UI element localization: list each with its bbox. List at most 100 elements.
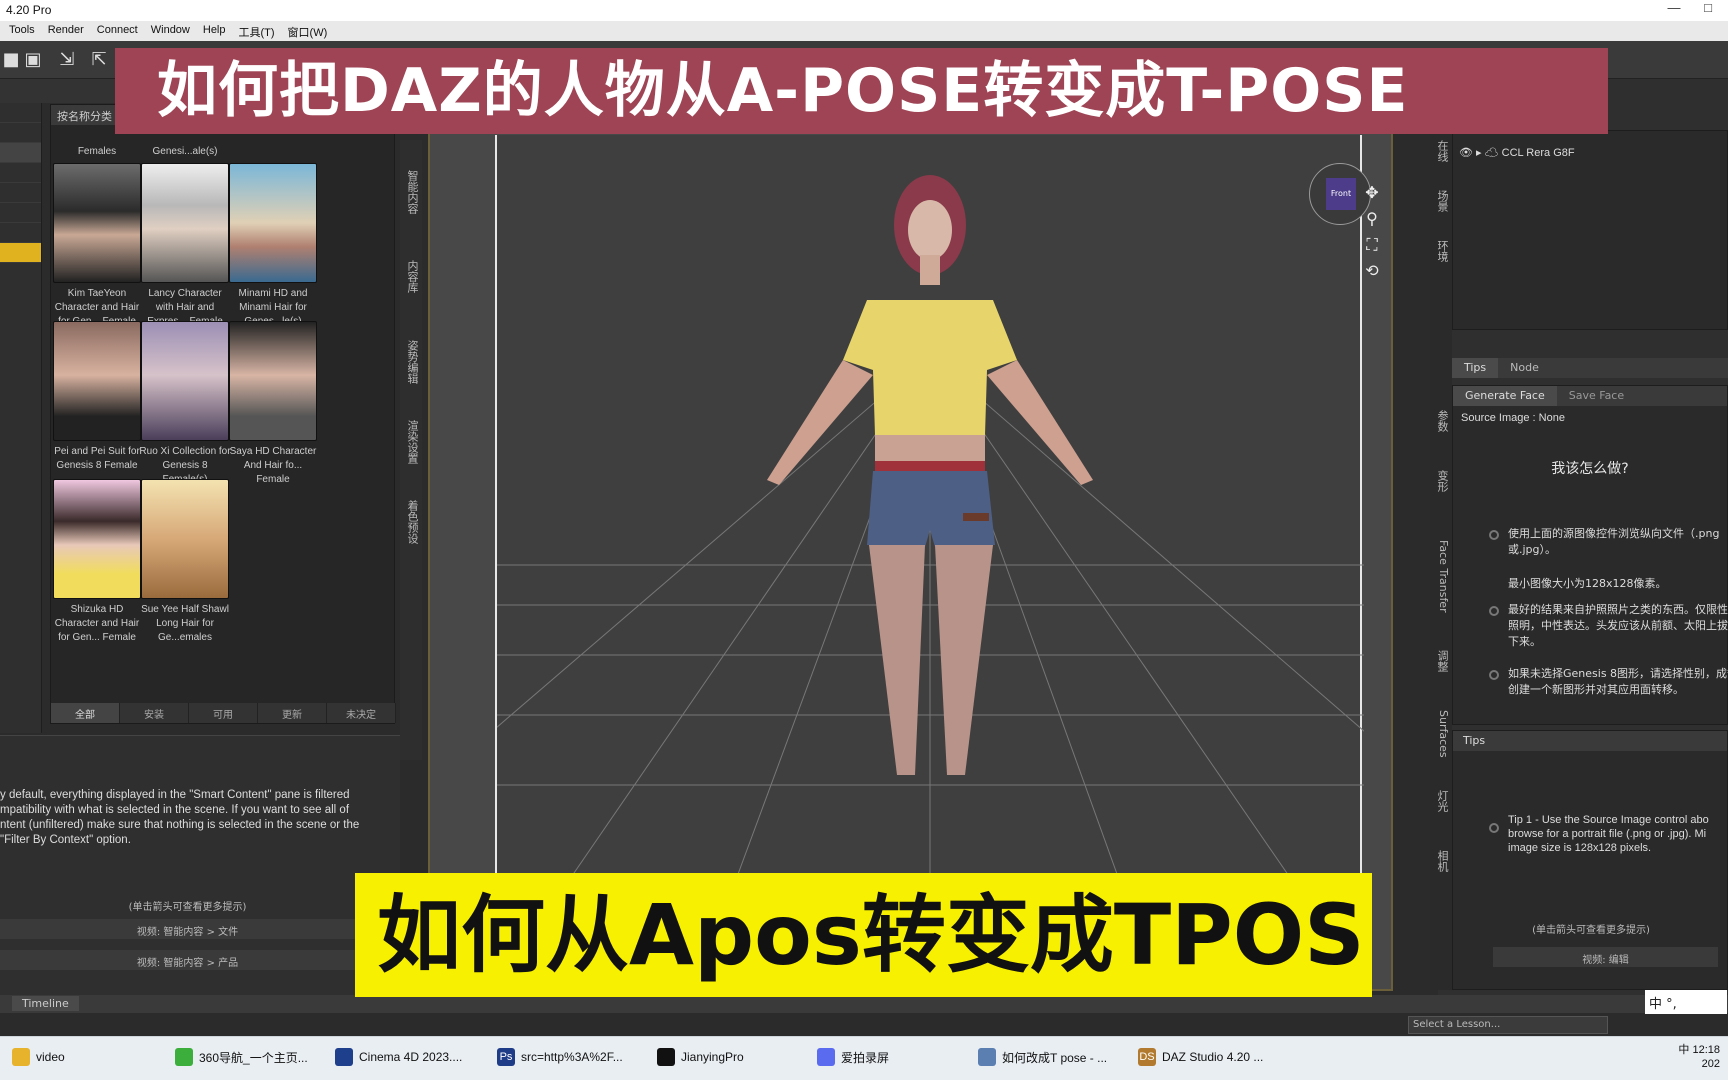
tab-tips-lower[interactable]: Tips <box>1453 731 1727 751</box>
category-label: Females <box>77 146 117 157</box>
tips-hint[interactable]: (单击箭头可查看更多提示) <box>0 894 375 914</box>
vtab-pose-editor[interactable]: 姿势编辑 <box>402 340 420 384</box>
title-bar: 4.20 Pro — □ <box>0 0 1728 21</box>
menu-tools[interactable]: Tools <box>9 24 35 38</box>
tab-node[interactable]: Node <box>1498 358 1551 378</box>
ime-indicator[interactable]: 中 °, <box>1645 990 1727 1014</box>
help-step-4: 如果未选择Genesis 8图形，请选择性别，成*创建一个新图形并对其应用面转移… <box>1508 667 1728 696</box>
task-label: JianyingPro <box>681 1050 744 1064</box>
menu-tools-cn[interactable]: 工具(T) <box>239 24 275 39</box>
product-card[interactable]: Lancy Character with Hair and Expres... … <box>139 163 231 329</box>
right-vertical-tabs: 在线 场景 环境 参数 变形 Face Transfer 调整 Surfaces… <box>1430 130 1452 990</box>
info-panel: y default, everything displayed in the "… <box>0 735 400 1000</box>
menu-render[interactable]: Render <box>48 24 84 38</box>
product-thumbnail <box>229 321 317 441</box>
task-label: src=http%3A%2F... <box>521 1050 623 1064</box>
photoshop-icon: Ps <box>497 1048 515 1066</box>
product-thumbnail <box>53 479 141 599</box>
frame-icon[interactable]: ⛶ <box>1361 235 1383 257</box>
product-card[interactable]: Saya HD Character And Hair fo... Female <box>227 321 319 487</box>
vtab-cameras[interactable]: 相机 <box>1432 850 1450 872</box>
eye-icon[interactable]: 👁 ▸ ☁ <box>1459 147 1499 159</box>
task-jianying[interactable]: JianyingPro <box>657 1048 744 1066</box>
vtab-surfaces[interactable]: Surfaces <box>1432 710 1450 758</box>
menu-window-cn[interactable]: 窗口(W) <box>288 24 328 39</box>
product-card[interactable]: Shizuka HD Character and Hair for Gen...… <box>51 479 143 645</box>
product-card[interactable]: Minami HD and Minami Hair for Genes...le… <box>227 163 319 329</box>
reset-icon[interactable]: ⟲ <box>1361 261 1383 283</box>
tab-generate-face[interactable]: Generate Face <box>1453 386 1557 406</box>
tips-hint-lower[interactable]: (单击箭头可查看更多提示) <box>1453 921 1728 936</box>
info-text: y default, everything displayed in the "… <box>0 789 360 846</box>
video-link-edit[interactable]: 视频: 编辑 <box>1493 947 1718 967</box>
move-icon[interactable]: ✥ <box>1361 183 1383 205</box>
product-card[interactable]: Kim TaeYeon Character and Hair for Gen..… <box>51 163 143 329</box>
timeline-bar: Timeline <box>0 995 1728 1013</box>
menu-connect[interactable]: Connect <box>97 24 138 38</box>
app-title: 4.20 Pro <box>6 3 52 17</box>
task-notes[interactable]: 如何改成T pose - ... <box>978 1048 1107 1066</box>
product-title: Saya HD Character And Hair fo... Female <box>229 446 317 485</box>
category-label: Genesi...ale(s) <box>152 146 218 157</box>
task-label: 如何改成T pose - ... <box>1002 1050 1108 1065</box>
vtab-render-settings[interactable]: 渲染设置 <box>402 420 420 464</box>
bullet-icon <box>1489 823 1499 833</box>
tray-lang[interactable]: 中 <box>1678 1044 1689 1056</box>
vtab-lights[interactable]: 灯光 <box>1432 790 1450 812</box>
task-360[interactable]: 360导航_一个主页... <box>175 1048 308 1066</box>
window-controls[interactable]: — □ <box>1668 0 1722 15</box>
tab-updates[interactable]: 更新 <box>258 703 327 723</box>
open-icon[interactable]: ■ <box>0 49 22 71</box>
3d-viewport[interactable]: Front ✥ ⚲ ⛶ ⟲ <box>196 131 1658 991</box>
menu-help[interactable]: Help <box>203 24 226 38</box>
task-video[interactable]: video <box>12 1048 65 1066</box>
tab-pending[interactable]: 未决定 <box>327 703 396 723</box>
tab-all[interactable]: 全部 <box>51 703 120 723</box>
folder-icon <box>12 1048 30 1066</box>
task-recorder[interactable]: 爱拍录屏 <box>817 1048 889 1066</box>
zoom-icon[interactable]: ⚲ <box>1361 209 1383 231</box>
cinema4d-icon <box>335 1048 353 1066</box>
tab-available[interactable]: 可用 <box>189 703 258 723</box>
vtab-face-transfer[interactable]: Face Transfer <box>1432 540 1450 613</box>
tab-installed[interactable]: 安装 <box>120 703 189 723</box>
export-icon[interactable]: ⇱ <box>88 49 110 71</box>
vtab-adjust[interactable]: 调整 <box>1432 650 1450 672</box>
vtab-online[interactable]: 在线 <box>1432 140 1450 162</box>
product-card[interactable]: Sue Yee Half Shawl Long Hair for Ge...em… <box>139 479 231 645</box>
save-icon[interactable]: ▣ <box>22 49 44 71</box>
video-link-products[interactable]: 视频: 智能内容 > 产品 <box>0 950 375 970</box>
menu-bar: Tools Render Connect Window Help 工具(T) 窗… <box>0 21 1728 41</box>
vtab-morphs[interactable]: 变形 <box>1432 470 1450 492</box>
source-image-field[interactable]: Source Image : None <box>1453 406 1727 430</box>
ground-grid <box>196 175 1658 986</box>
task-cinema4d[interactable]: Cinema 4D 2023.... <box>335 1048 462 1066</box>
tab-tips[interactable]: Tips <box>1452 358 1499 378</box>
scene-node[interactable]: 👁 ▸ ☁ CCL Rera G8F <box>1453 131 1727 174</box>
lesson-select[interactable]: Select a Lesson... <box>1408 1016 1608 1034</box>
face-transfer-panel: Generate Face Save Face Source Image : N… <box>1452 385 1728 725</box>
menu-window[interactable]: Window <box>151 24 190 38</box>
task-photoshop[interactable]: Ps src=http%3A%2F... <box>497 1048 623 1066</box>
system-tray[interactable]: 中 12:18 202 <box>1678 1043 1720 1071</box>
tab-timeline[interactable]: Timeline <box>12 996 79 1011</box>
import-icon[interactable]: ⇲ <box>56 49 78 71</box>
tray-time: 12:18 <box>1692 1044 1720 1056</box>
product-card[interactable]: Pei and Pei Suit for Genesis 8 Female <box>51 321 143 473</box>
product-card[interactable]: Ruo Xi Collection for Genesis 8 Female(s… <box>139 321 231 487</box>
product-thumbnail <box>53 321 141 441</box>
view-cube-face[interactable]: Front <box>1326 178 1356 210</box>
tray-date: 202 <box>1701 1058 1720 1070</box>
tab-save-face[interactable]: Save Face <box>1557 386 1636 406</box>
vtab-environment[interactable]: 环境 <box>1432 240 1450 262</box>
video-link-files[interactable]: 视频: 智能内容 > 文件 <box>0 919 375 939</box>
scene-pane: 👁 ▸ ☁ CCL Rera G8F <box>1452 130 1728 330</box>
vtab-scene[interactable]: 场景 <box>1432 190 1450 212</box>
taskbar: video 360导航_一个主页... Cinema 4D 2023.... P… <box>0 1036 1728 1080</box>
vtab-shader-presets[interactable]: 着色预设 <box>402 500 420 544</box>
product-thumbnail <box>229 163 317 283</box>
vtab-content-library[interactable]: 内容库 <box>402 260 420 293</box>
task-daz[interactable]: DS DAZ Studio 4.20 ... <box>1138 1048 1263 1066</box>
vtab-parameters[interactable]: 参数 <box>1432 410 1450 432</box>
vtab-smart-content[interactable]: 智能内容 <box>402 170 420 214</box>
